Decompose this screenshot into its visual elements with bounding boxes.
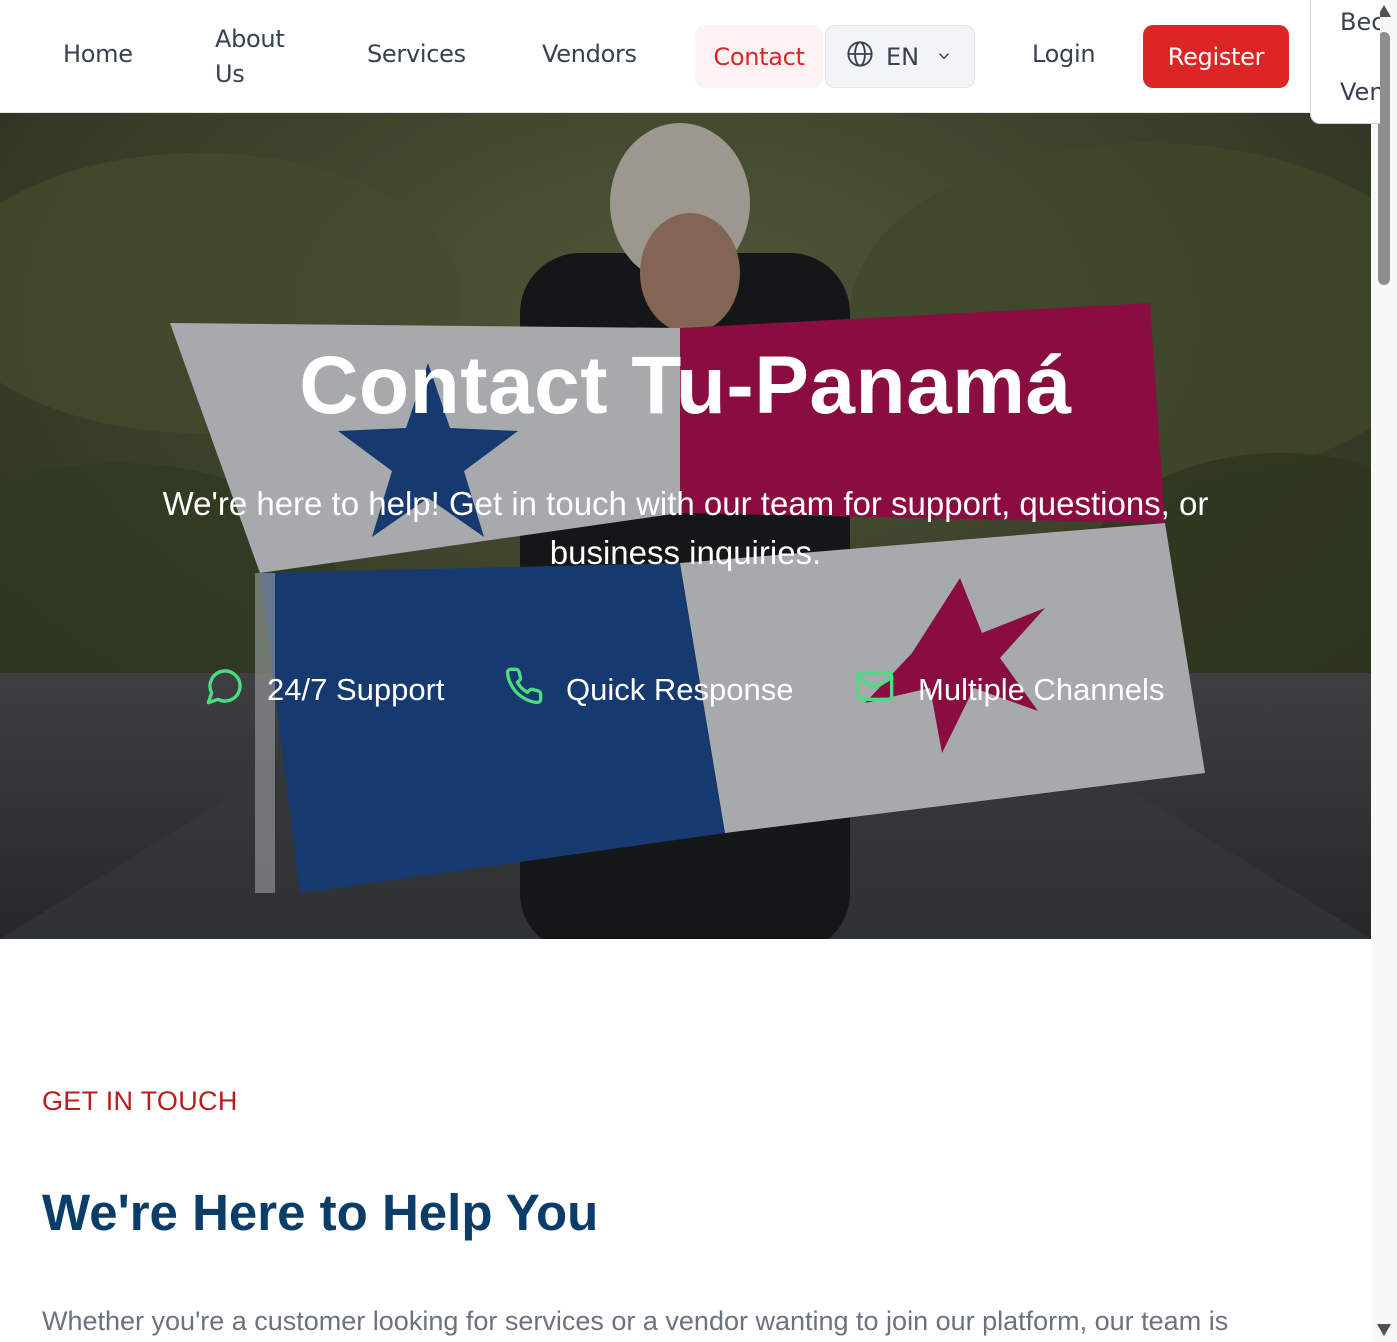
feature-support: 24/7 Support bbox=[205, 668, 445, 712]
feature-response-label: Quick Response bbox=[566, 672, 794, 707]
nav-about-link[interactable]: About Us bbox=[215, 22, 295, 92]
nav-home-link[interactable]: Home bbox=[63, 40, 133, 68]
phone-icon bbox=[504, 666, 544, 714]
side-panel-line-1: Become bbox=[1340, 8, 1380, 36]
chevron-down-icon bbox=[935, 43, 953, 71]
nav-vendors-link[interactable]: Vendors bbox=[542, 40, 637, 68]
feature-support-label: 24/7 Support bbox=[267, 672, 445, 707]
hero-title: Contact Tu-Panamá bbox=[299, 340, 1072, 431]
mail-icon bbox=[854, 666, 896, 714]
vertical-scrollbar[interactable] bbox=[1371, 0, 1397, 1342]
login-link[interactable]: Login bbox=[1032, 40, 1096, 68]
section-text: Whether you're a customer looking for se… bbox=[42, 1306, 1229, 1336]
become-vendor-panel[interactable]: Become Vendor bbox=[1310, 0, 1380, 124]
globe-icon bbox=[846, 40, 874, 74]
nav-services-link[interactable]: Services bbox=[367, 40, 466, 68]
scroll-down-arrow-icon[interactable] bbox=[1377, 1324, 1391, 1336]
nav-contact-link[interactable]: Contact bbox=[695, 25, 823, 88]
site-header: Home About Us Services Vendors Contact E… bbox=[0, 0, 1371, 113]
language-selector[interactable]: EN bbox=[825, 25, 975, 88]
hero-section: Contact Tu-Panamá We're here to help! Ge… bbox=[0, 113, 1371, 939]
feature-channels: Multiple Channels bbox=[854, 668, 1164, 712]
language-label: EN bbox=[886, 42, 920, 71]
feature-channels-label: Multiple Channels bbox=[918, 672, 1165, 707]
register-button[interactable]: Register bbox=[1143, 25, 1289, 88]
feature-response: Quick Response bbox=[504, 666, 794, 714]
side-panel-line-2: Vendor bbox=[1340, 78, 1380, 106]
chat-bubble-icon bbox=[205, 666, 245, 714]
section-eyebrow: GET IN TOUCH bbox=[42, 1086, 238, 1116]
section-title: We're Here to Help You bbox=[42, 1184, 599, 1241]
hero-subtitle: We're here to help! Get in touch with ou… bbox=[162, 485, 1209, 571]
